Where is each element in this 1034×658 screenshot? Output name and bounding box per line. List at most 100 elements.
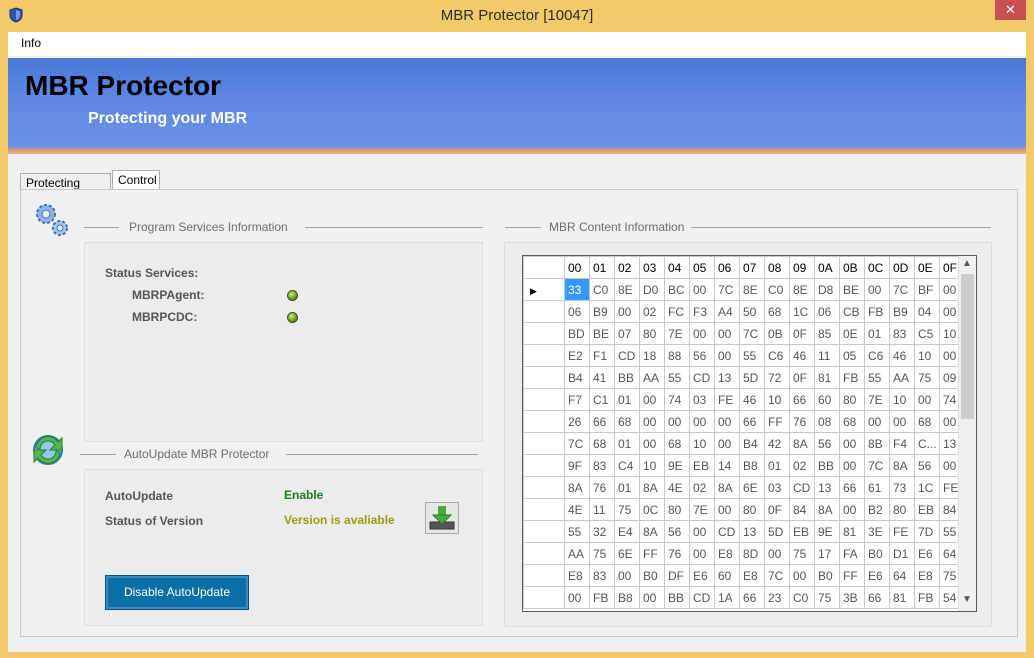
hex-cell[interactable]: 01	[614, 432, 640, 455]
hex-row[interactable]: 26 66 68 00 00 00 00 66 FF 76 08 68 00 00 68 00	[523, 410, 965, 433]
hex-cell[interactable]: 11	[589, 498, 615, 521]
column-header[interactable]: 08	[764, 256, 790, 279]
row-header[interactable]	[523, 498, 565, 521]
hex-cell[interactable]: D8	[814, 278, 840, 301]
hex-cell[interactable]: F4	[889, 432, 915, 455]
hex-cell[interactable]: 02	[639, 300, 665, 323]
hex-cell[interactable]: 1A	[714, 586, 740, 609]
close-button[interactable]: ✕	[995, 0, 1026, 20]
hex-cell[interactable]: B9	[889, 300, 915, 323]
hex-cell[interactable]: 13	[714, 366, 740, 389]
hex-cell[interactable]: CD	[689, 586, 715, 609]
current-row-indicator-icon[interactable]: ▶	[523, 278, 565, 301]
row-header[interactable]	[523, 322, 565, 345]
row-header[interactable]	[523, 432, 565, 455]
hex-cell[interactable]: 73	[889, 476, 915, 499]
disable-autoupdate-button[interactable]: Disable AutoUpdate	[105, 575, 249, 610]
hex-cell[interactable]: 13	[739, 520, 765, 543]
hex-cell[interactable]: FA	[839, 542, 865, 565]
column-header[interactable]: 05	[689, 256, 715, 279]
hex-cell[interactable]: 56	[914, 454, 940, 477]
hex-cell[interactable]: C0	[764, 278, 790, 301]
hex-row[interactable]: E8 83 00 B0 DF E6 60 E8 7C 00 B0 FF E6 64 E8 75	[523, 564, 965, 587]
hex-cell[interactable]: 00	[889, 410, 915, 433]
hex-cell[interactable]: 00	[689, 520, 715, 543]
hex-cell[interactable]: 6E	[614, 542, 640, 565]
hex-cell[interactable]: 10	[914, 344, 940, 367]
hex-cell[interactable]: CD	[789, 476, 815, 499]
hex-cell[interactable]: 00	[839, 432, 865, 455]
hex-cell[interactable]: FB	[839, 366, 865, 389]
hex-cell[interactable]: 4E	[564, 498, 590, 521]
hex-cell[interactable]: BC	[664, 278, 690, 301]
column-header[interactable]: 0D	[889, 256, 915, 279]
hex-cell[interactable]: 80	[639, 322, 665, 345]
column-header[interactable]: 03	[639, 256, 665, 279]
hex-cell[interactable]: 68	[764, 300, 790, 323]
hex-cell[interactable]: 00	[639, 410, 665, 433]
hex-cell[interactable]: 66	[739, 586, 765, 609]
hex-cell[interactable]: B4	[564, 366, 590, 389]
hex-cell[interactable]: 07	[614, 322, 640, 345]
hex-cell[interactable]: FF	[639, 542, 665, 565]
hex-cell[interactable]: 64	[889, 564, 915, 587]
hex-cell[interactable]: 00	[864, 278, 890, 301]
row-header[interactable]	[523, 366, 565, 389]
hex-cell[interactable]: 33	[564, 278, 590, 301]
hex-cell[interactable]: 55	[864, 366, 890, 389]
hex-cell[interactable]: 0B	[764, 322, 790, 345]
hex-cell[interactable]: 01	[764, 454, 790, 477]
hex-cell[interactable]: 66	[864, 586, 890, 609]
hex-cell[interactable]: 68	[589, 432, 615, 455]
column-header[interactable]: 0E	[914, 256, 940, 279]
hex-cell[interactable]: 8A	[639, 476, 665, 499]
hex-cell[interactable]: 7C	[864, 454, 890, 477]
hex-cell[interactable]: 13	[814, 476, 840, 499]
hex-cell[interactable]: CD	[689, 366, 715, 389]
hex-cell[interactable]: 0F	[764, 498, 790, 521]
hex-row[interactable]: B4 41 BB AA 55 CD 13 5D 72 0F 81 FB 55 AA 75 09	[523, 366, 965, 389]
hex-cell[interactable]: 80	[839, 388, 865, 411]
hex-cell[interactable]: BB	[614, 366, 640, 389]
hex-cell[interactable]: 60	[714, 564, 740, 587]
hex-cell[interactable]: AA	[889, 366, 915, 389]
hex-cell[interactable]: BE	[839, 278, 865, 301]
hex-cell[interactable]: C6	[864, 344, 890, 367]
title-bar[interactable]: MBR Protector [10047] ✕	[0, 0, 1034, 32]
hex-cell[interactable]: CD	[614, 344, 640, 367]
download-update-button[interactable]	[425, 502, 459, 534]
hex-cell[interactable]: FB	[589, 586, 615, 609]
row-header[interactable]	[523, 300, 565, 323]
hex-cell[interactable]: 3E	[864, 520, 890, 543]
hex-cell[interactable]: 7C	[564, 432, 590, 455]
row-header[interactable]	[523, 520, 565, 543]
hex-cell[interactable]: B8	[614, 586, 640, 609]
hex-cell[interactable]: 8D	[739, 542, 765, 565]
hex-cell[interactable]: FB	[864, 300, 890, 323]
hex-cell[interactable]: 5D	[739, 366, 765, 389]
hex-cell[interactable]: FC	[664, 300, 690, 323]
hex-cell[interactable]: 00	[664, 410, 690, 433]
hex-cell[interactable]: E8	[914, 564, 940, 587]
hex-row[interactable]: AA 75 6E FF 76 00 E8 8D 00 75 17 FA B0 D1 E6 64	[523, 542, 965, 565]
hex-cell[interactable]: FF	[839, 564, 865, 587]
hex-cell[interactable]: BB	[664, 586, 690, 609]
column-header[interactable]: 0B	[839, 256, 865, 279]
hex-cell[interactable]: 01	[614, 388, 640, 411]
hex-cell[interactable]: 75	[614, 498, 640, 521]
scroll-up-icon[interactable]: ▲	[962, 258, 972, 269]
hex-cell[interactable]: 06	[814, 300, 840, 323]
hex-cell[interactable]: 02	[789, 454, 815, 477]
hex-cell[interactable]: 08	[814, 410, 840, 433]
hex-row[interactable]: 4E 11 75 0C 80 7E 00 80 0F 84 8A 00 B2 80 EB 84	[523, 498, 965, 521]
hex-cell[interactable]: 5D	[764, 520, 790, 543]
hex-cell[interactable]: 8A	[564, 476, 590, 499]
hex-cell[interactable]: C0	[789, 586, 815, 609]
hex-cell[interactable]: 9E	[664, 454, 690, 477]
hex-cell[interactable]: 00	[764, 542, 790, 565]
hex-cell[interactable]: 68	[614, 410, 640, 433]
tab-control[interactable]: Control	[112, 170, 160, 191]
hex-cell[interactable]: AA	[564, 542, 590, 565]
hex-cell[interactable]: 46	[789, 344, 815, 367]
hex-cell[interactable]: 06	[564, 300, 590, 323]
